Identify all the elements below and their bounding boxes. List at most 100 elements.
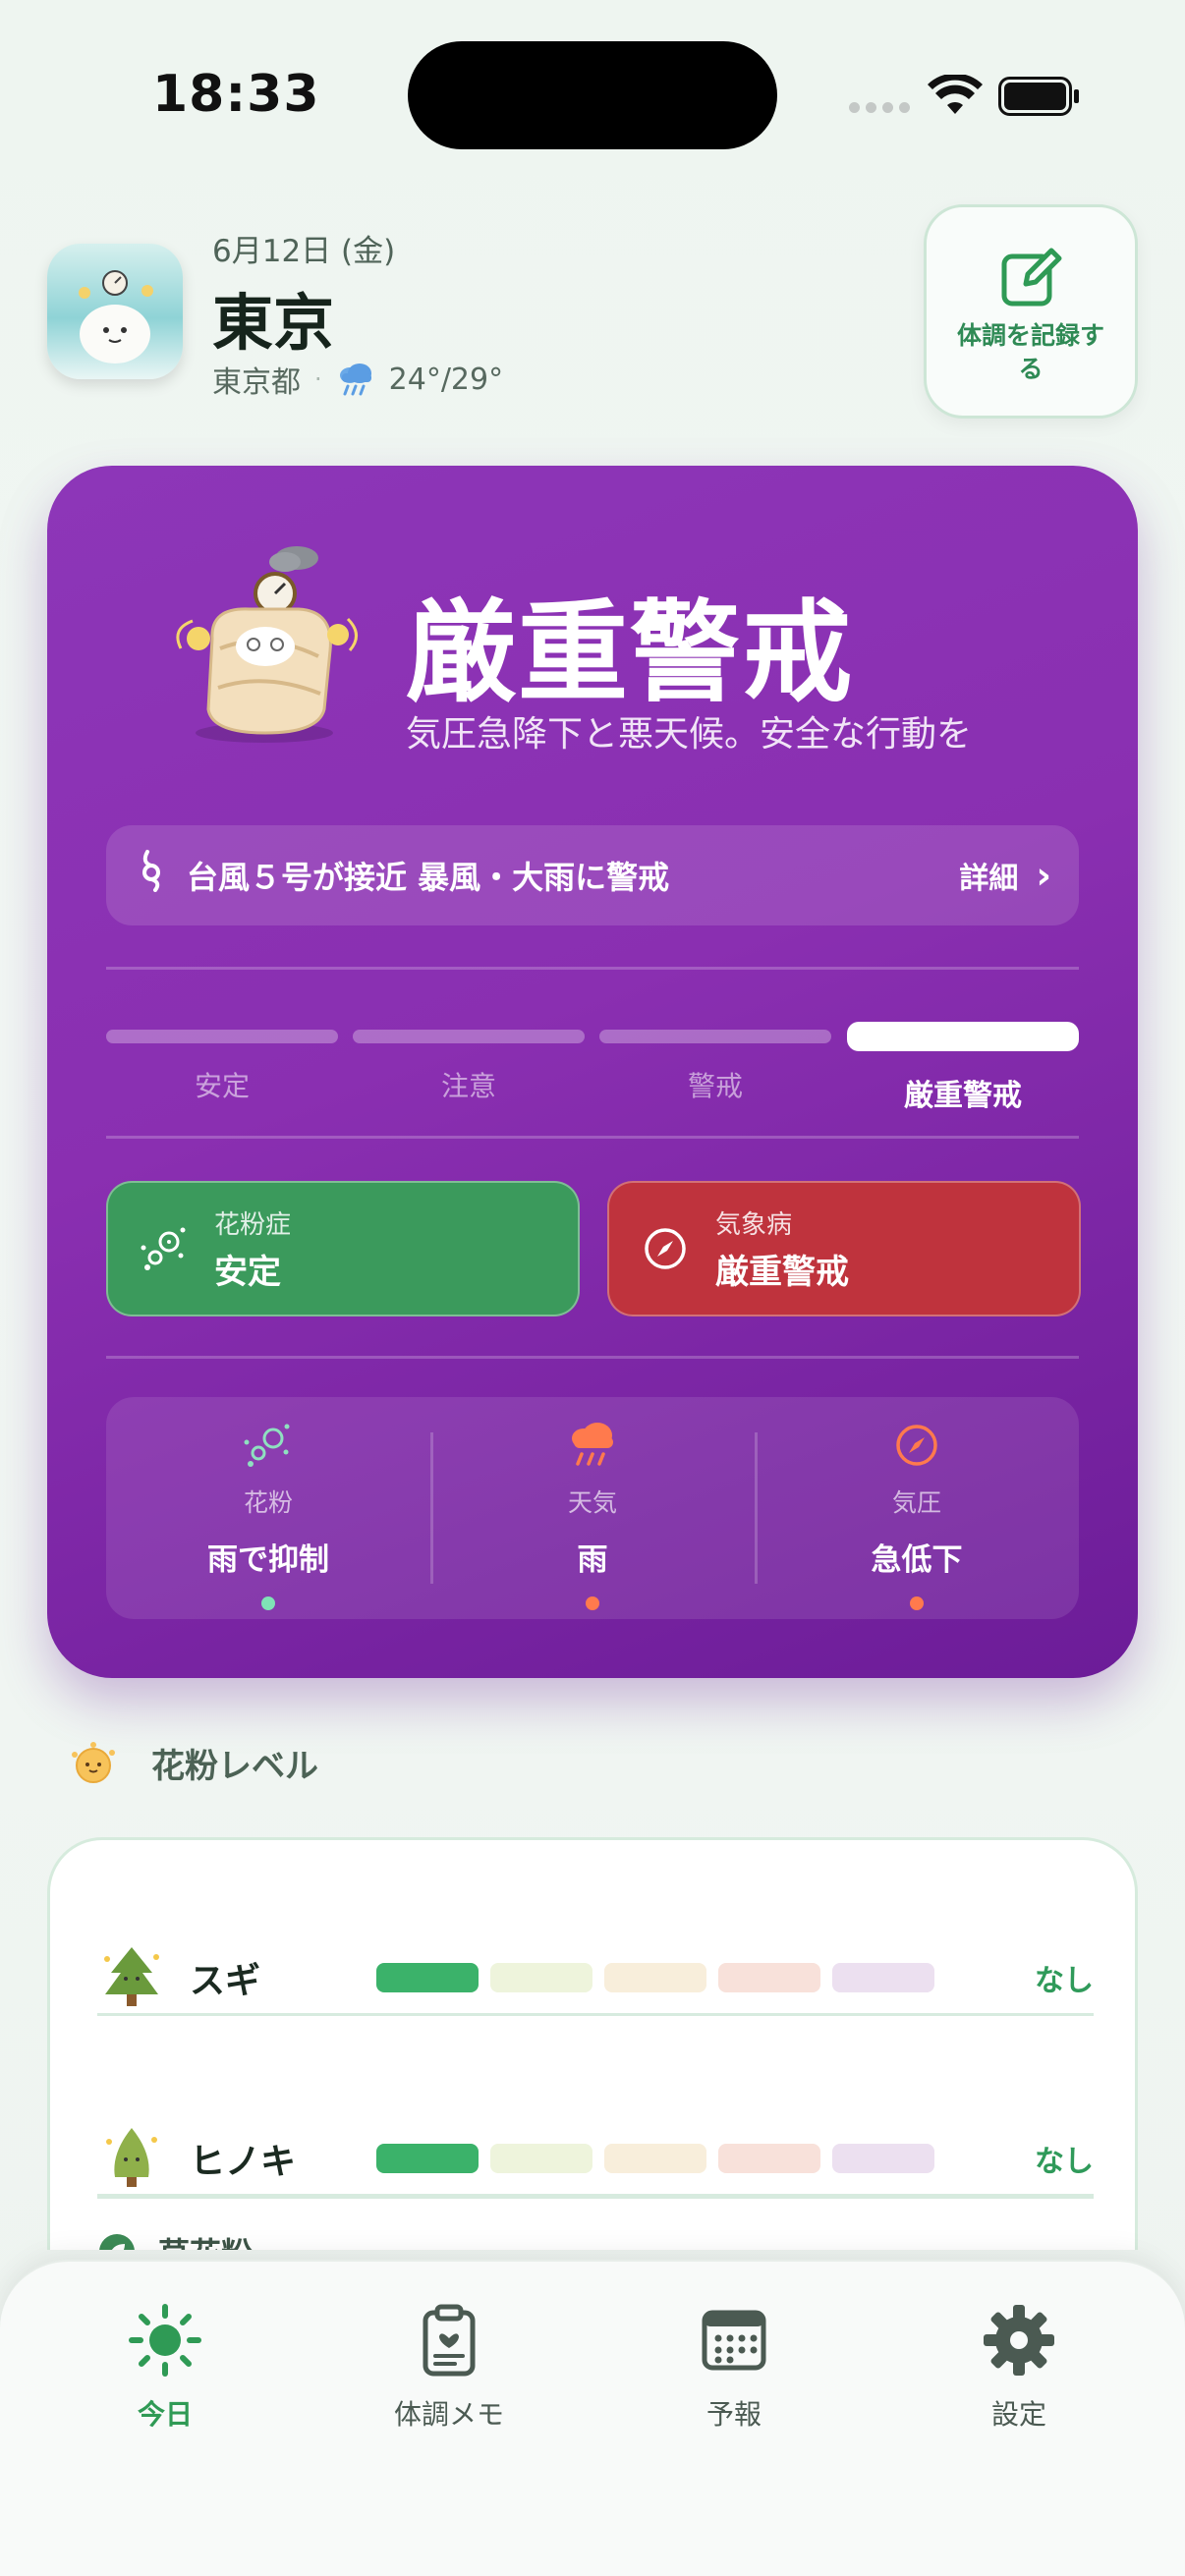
level-bar [604, 1963, 706, 1992]
tab-label: 今日 [137, 2398, 193, 2431]
divider [106, 1136, 1079, 1139]
factor-pollen: 花粉 雨で抑制 [106, 1397, 430, 1619]
pollen-section-title: 花粉レベル [151, 1747, 318, 1786]
pollen-icon [141, 1227, 186, 1270]
prefecture-label: 東京都 [212, 365, 301, 400]
pollen-row-sugi[interactable]: スギ なし [97, 1889, 1094, 2066]
location-weather-line: 東京都 · 24°/29° [212, 358, 503, 401]
tab-label: 設定 [990, 2398, 1046, 2431]
factor-status-dot [910, 1596, 924, 1610]
alert-description: 気圧急降下と悪天候。安全な行動を [406, 714, 973, 755]
leaf-icon [99, 2234, 135, 2250]
factor-value: 急低下 [871, 1542, 963, 1578]
clipboard-heart-icon [423, 2304, 476, 2377]
rain-cloud-icon [339, 364, 371, 396]
tab-health-notes[interactable]: 体調メモ [331, 2301, 567, 2433]
app-mascot-icon [47, 244, 183, 379]
pollen-mascot-icon [72, 1741, 115, 1783]
wifi-icon [928, 75, 983, 114]
divider [97, 2013, 1094, 2016]
tab-today[interactable]: 今日 [47, 2301, 283, 2433]
divider [97, 2194, 1094, 2199]
record-button-label: 体調を記録する [956, 321, 1104, 383]
tab-label: 予報 [705, 2398, 762, 2431]
level-bar [832, 1963, 934, 1992]
pollen-status: なし [1035, 1964, 1094, 1998]
pill-level: 安定 [214, 1253, 281, 1292]
bottom-tab-bar: 今日 体調メモ 予報 設定 [0, 2260, 1185, 2576]
pollen-row-hinoki[interactable]: ヒノキ なし [97, 2070, 1094, 2247]
pollen-status: なし [1035, 2145, 1094, 2179]
typhoon-icon [134, 849, 187, 902]
cellular-signal-icon [849, 102, 910, 113]
temperature-range: 24°/29° [388, 362, 504, 397]
typhoon-warning-text: 台風５号が接近 暴風・大雨に警戒 [187, 859, 670, 896]
typhoon-warning-banner[interactable]: 台風５号が接近 暴風・大雨に警戒 詳細 › [106, 825, 1079, 925]
level-label-warning: 警戒 [687, 1070, 743, 1102]
risk-level-scale: 安定 注意 警戒 厳重警戒 [106, 1022, 1079, 1113]
factor-weather: 天気 雨 [430, 1397, 755, 1619]
sun-icon [129, 2304, 201, 2377]
level-label-caution: 注意 [440, 1070, 496, 1102]
record-condition-button[interactable]: 体調を記録する [924, 204, 1138, 419]
level-bar [718, 1963, 820, 1992]
tab-settings[interactable]: 設定 [901, 2301, 1137, 2433]
factor-label: 気圧 [891, 1488, 941, 1517]
factor-status-dot [261, 1596, 275, 1610]
factor-pressure: 気圧 急低下 [755, 1397, 1079, 1619]
level-bar [832, 2144, 934, 2173]
barometer-icon [645, 1228, 686, 1269]
level-segment-warning [599, 1030, 831, 1043]
cypress-tree-icon [106, 2128, 157, 2187]
level-label-stable: 安定 [194, 1070, 250, 1102]
pill-level: 厳重警戒 [715, 1253, 849, 1292]
level-segment-stable [106, 1030, 338, 1043]
factor-value: 雨 [577, 1542, 608, 1578]
barometer-icon [896, 1425, 937, 1466]
cedar-tree-icon [104, 1947, 159, 2006]
divider [106, 1356, 1079, 1359]
factor-status-dot [586, 1596, 599, 1610]
risk-alert-card: 厳重警戒 気圧急降下と悪天候。安全な行動を 台風５号が接近 暴風・大雨に警戒 詳… [47, 466, 1138, 1678]
mascot-sick-illustration [176, 546, 358, 743]
weather-sickness-status-pill[interactable]: 気象病 厳重警戒 [607, 1181, 1081, 1316]
pollen-level-card: スギ なし ヒノキ なし [47, 1837, 1138, 2250]
pollen-row-grass[interactable]: 草花粉 [97, 2229, 253, 2250]
pill-category: 花粉症 [214, 1210, 292, 1240]
level-segment-severe [847, 1022, 1079, 1051]
separator-dot: · [314, 365, 322, 393]
pollen-level-bars [376, 1963, 934, 1992]
factor-label: 花粉 [243, 1488, 293, 1517]
hay-fever-status-pill[interactable]: 花粉症 安定 [106, 1181, 580, 1316]
status-time: 18:33 [152, 65, 320, 124]
pollen-section-header: 花粉レベル [69, 1739, 318, 1787]
factor-summary: 花粉 雨で抑制 天気 雨 気圧 急低下 [106, 1397, 1079, 1619]
typhoon-detail-link[interactable]: 詳細 [959, 854, 1018, 897]
date-label: 6月12日 (金) [212, 234, 396, 269]
pollen-icon [244, 1424, 290, 1467]
tab-label: 体調メモ [393, 2398, 504, 2431]
factor-label: 天気 [567, 1488, 617, 1517]
level-bar [718, 2144, 820, 2173]
alert-level-title: 厳重警戒 [406, 589, 854, 717]
rain-cloud-icon [572, 1423, 613, 1466]
edit-note-icon [1001, 248, 1062, 307]
city-name: 東京 [212, 287, 335, 359]
factor-value: 雨で抑制 [207, 1542, 329, 1578]
calendar-icon [702, 2310, 766, 2371]
pollen-type-name: スギ [190, 1961, 261, 2001]
tab-forecast[interactable]: 予報 [616, 2301, 852, 2433]
level-segment-caution [353, 1030, 585, 1043]
level-bar [490, 2144, 592, 2173]
level-bar [490, 1963, 592, 1992]
gear-icon [984, 2305, 1054, 2376]
level-bar [376, 2144, 479, 2173]
chevron-right-icon: › [1036, 854, 1051, 897]
battery-icon [998, 77, 1079, 116]
level-bar [376, 1963, 479, 1992]
level-label-severe: 厳重警戒 [904, 1079, 1022, 1113]
status-bar: 18:33 [0, 0, 1185, 149]
dynamic-island [408, 41, 777, 149]
pollen-type-name: 草花粉 [158, 2229, 253, 2250]
level-bar [604, 2144, 706, 2173]
